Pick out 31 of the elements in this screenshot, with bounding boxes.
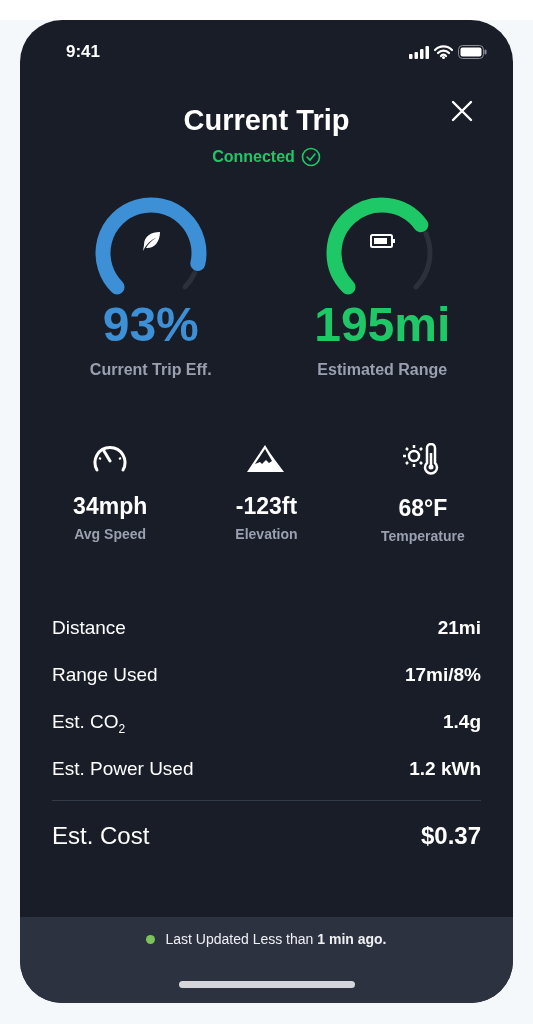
mountain-icon — [246, 443, 287, 473]
clock-time: 9:41 — [66, 42, 101, 62]
connection-status: Connected — [212, 148, 295, 166]
total-value: $0.37 — [420, 822, 481, 850]
gauge-value: 93% — [102, 301, 199, 349]
check-circle-icon — [300, 147, 321, 167]
detail-label: Est. CO$_{2}$ — [52, 712, 126, 731]
gauge-label: Current Trip Eff. — [89, 361, 212, 379]
last-updated-text: Last Updated Less than 1 min ago. — [165, 931, 387, 947]
gauge-track — [182, 270, 197, 290]
stat-value: -123ft — [235, 493, 298, 520]
detail-value: 1.2 kWh — [409, 757, 481, 780]
detail-value: 21mi — [437, 616, 481, 639]
total-label: Est. Cost — [52, 822, 150, 850]
detail-label: Distance — [52, 618, 126, 637]
screen-title: Current Trip — [183, 104, 350, 137]
stat-label: Avg Speed — [74, 526, 147, 542]
stat-value: 34mph — [73, 493, 148, 520]
detail-value: 1.4g — [442, 710, 481, 733]
wifi-icon — [434, 45, 453, 59]
battery-icon — [458, 45, 487, 59]
stat-value: 68°F — [398, 495, 448, 522]
detail-label: Range Used — [52, 665, 158, 684]
signal-icon — [409, 45, 429, 59]
stat-label: Temperature — [380, 528, 465, 544]
detail-value: 17mi/8% — [404, 663, 481, 686]
gauge-value: 195mi — [314, 301, 451, 349]
gauge-label: Estimated Range — [317, 361, 448, 379]
stat-label: Elevation — [235, 526, 298, 542]
gauge-track — [413, 231, 433, 290]
detail-label: Est. Power Used — [52, 759, 194, 778]
